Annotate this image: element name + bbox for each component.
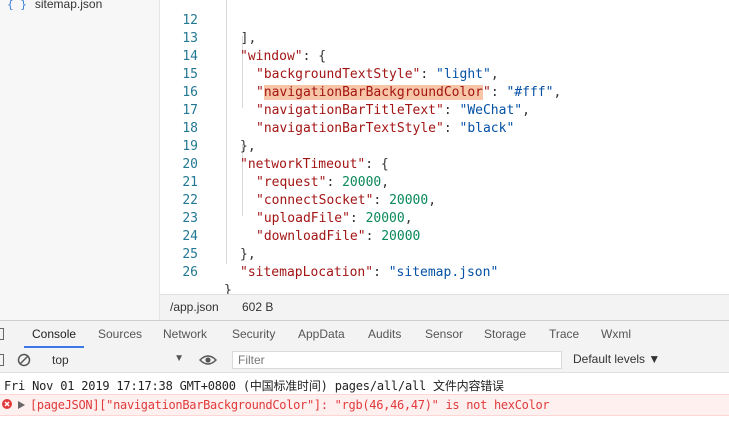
json-string: "#fff" bbox=[506, 85, 554, 100]
code-line: 19 "networkTimeout": { bbox=[160, 120, 388, 172]
file-size: 602 B bbox=[242, 300, 274, 314]
json-key: "request" bbox=[256, 175, 327, 190]
json-string: "sitemap.json" bbox=[388, 265, 499, 280]
code-line: 24 }, bbox=[160, 210, 255, 262]
clear-console-icon[interactable] bbox=[17, 353, 31, 367]
console-log-message: Fri Nov 01 2019 17:17:38 GMT+0800 (中国标准时… bbox=[4, 379, 504, 393]
eye-icon[interactable] bbox=[199, 353, 217, 367]
json-number: 20000 bbox=[381, 229, 421, 244]
punctuation: : bbox=[490, 85, 507, 100]
code-text: }, bbox=[240, 247, 256, 262]
error-message: [pageJSON]["navigationBarBackgroundColor… bbox=[30, 398, 550, 412]
context-value: top bbox=[52, 353, 69, 367]
punctuation: , bbox=[404, 211, 413, 226]
highlighted-json-key: navigationBarBackgroundColor bbox=[263, 85, 483, 100]
context-selector[interactable]: top ▼ bbox=[44, 351, 184, 369]
punctuation: , bbox=[522, 103, 530, 118]
punctuation: , bbox=[553, 85, 562, 100]
code-editor[interactable]: 12 ], 13 "window": { 14 "backgroundTextS… bbox=[160, 0, 729, 298]
file-item-sitemap[interactable]: { } sitemap.json bbox=[7, 0, 102, 11]
tab-network[interactable]: Network bbox=[163, 321, 207, 348]
punctuation: , bbox=[490, 67, 499, 82]
json-number: 20000 bbox=[342, 175, 382, 190]
code-line: 25 "sitemapLocation": "sitemap.json" bbox=[160, 228, 498, 280]
code-line: 13 "window": { bbox=[160, 12, 326, 64]
json-key: "connectSocket" bbox=[256, 193, 374, 208]
json-key: "window" bbox=[240, 49, 303, 64]
console-toolbar: top ▼ Default levels ▼ bbox=[0, 348, 729, 373]
expand-triangle-icon[interactable] bbox=[18, 401, 25, 409]
error-icon bbox=[2, 399, 12, 409]
dropdown-arrow-icon: ▼ bbox=[174, 353, 184, 364]
code-line: 26 } bbox=[160, 246, 231, 298]
punctuation: : { bbox=[302, 49, 327, 64]
punctuation: : bbox=[373, 265, 389, 280]
file-tree: { } sitemap.json bbox=[0, 0, 160, 320]
tab-wxml[interactable]: Wxml bbox=[601, 321, 631, 348]
punctuation: : bbox=[373, 193, 390, 208]
json-key: "uploadFile" bbox=[256, 211, 350, 226]
punctuation: , bbox=[428, 193, 437, 208]
code-line: 22 "uploadFile": 20000, bbox=[160, 174, 412, 226]
code-line: 21 "connectSocket": 20000, bbox=[160, 156, 436, 208]
json-file-icon: { } bbox=[7, 0, 27, 11]
json-key: "navigationBarTextStyle" bbox=[256, 121, 444, 136]
punctuation: : { bbox=[365, 157, 389, 172]
json-key: "networkTimeout" bbox=[240, 157, 366, 172]
json-number: 20000 bbox=[365, 211, 405, 226]
punctuation: , bbox=[381, 175, 390, 190]
punctuation: : bbox=[443, 103, 460, 118]
tab-sources[interactable]: Sources bbox=[98, 321, 142, 348]
tab-security[interactable]: Security bbox=[232, 321, 275, 348]
console-filter-input[interactable] bbox=[232, 351, 562, 369]
tab-appdata[interactable]: AppData bbox=[298, 321, 345, 348]
log-levels-dropdown[interactable]: Default levels ▼ bbox=[573, 352, 660, 366]
code-text: ], bbox=[225, 31, 257, 46]
sidebar-toggle-icon[interactable] bbox=[0, 354, 4, 366]
file-name: sitemap.json bbox=[34, 0, 103, 11]
devtools-panel: Console Sources Network Security AppData… bbox=[0, 320, 729, 428]
code-line: 17 "navigationBarTextStyle": "black" bbox=[160, 84, 514, 136]
console-error-row[interactable]: [pageJSON]["navigationBarBackgroundColor… bbox=[0, 394, 729, 416]
panel-menu-icon[interactable] bbox=[0, 328, 4, 340]
code-line: 12 ], bbox=[160, 0, 256, 46]
json-string: "light" bbox=[436, 67, 491, 82]
punctuation: : bbox=[326, 175, 343, 190]
editor-status-bar: /app.json 602 B bbox=[160, 294, 729, 321]
tab-sensor[interactable]: Sensor bbox=[425, 321, 463, 348]
punctuation: : bbox=[349, 211, 366, 226]
json-key: "downloadFile" bbox=[256, 229, 366, 244]
tab-storage[interactable]: Storage bbox=[484, 321, 526, 348]
json-key-quote: " bbox=[256, 85, 264, 100]
code-line: 20 "request": 20000, bbox=[160, 138, 389, 190]
tab-console[interactable]: Console bbox=[24, 321, 85, 348]
tab-audits[interactable]: Audits bbox=[368, 321, 401, 348]
punctuation: : bbox=[365, 229, 382, 244]
punctuation: : bbox=[420, 67, 437, 82]
file-path: /app.json bbox=[170, 300, 219, 314]
code-line: 15 "navigationBarBackgroundColor": "#fff… bbox=[160, 48, 561, 100]
code-line: 18 }, bbox=[160, 102, 255, 154]
code-line: 14 "backgroundTextStyle": "light", bbox=[160, 30, 498, 82]
json-key: "sitemapLocation" bbox=[240, 265, 374, 280]
json-string: "WeChat" bbox=[459, 103, 523, 118]
devtools-tab-bar: Console Sources Network Security AppData… bbox=[0, 320, 729, 349]
code-text: }, bbox=[240, 139, 256, 154]
json-key: "navigationBarTitleText" bbox=[256, 103, 444, 118]
json-number: 20000 bbox=[389, 193, 429, 208]
code-line: 16 "navigationBarTitleText": "WeChat", bbox=[160, 66, 530, 118]
json-key: "backgroundTextStyle" bbox=[256, 67, 421, 82]
punctuation: : bbox=[443, 121, 460, 136]
code-line: 23 "downloadFile": 20000 bbox=[160, 192, 420, 244]
tab-trace[interactable]: Trace bbox=[549, 321, 579, 348]
json-string: "black" bbox=[459, 121, 515, 136]
json-key-quote: " bbox=[482, 85, 491, 100]
line-number: 26 bbox=[182, 265, 198, 280]
